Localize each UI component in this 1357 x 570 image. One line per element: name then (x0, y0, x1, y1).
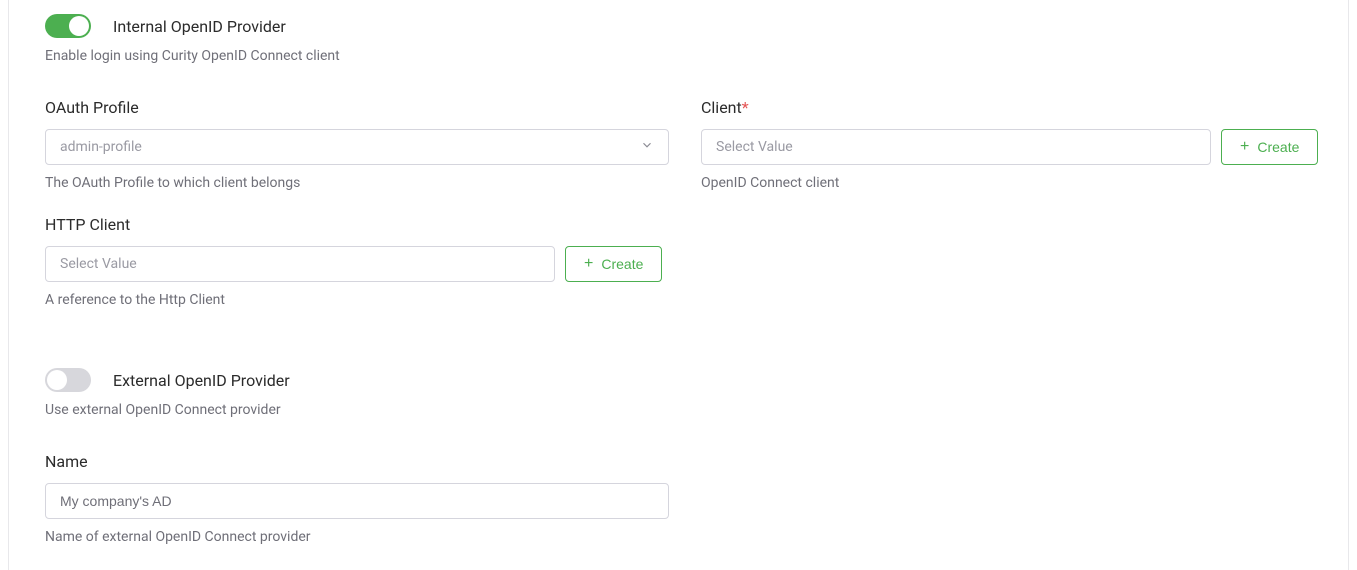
client-field: Client* Select Value + Create OpenID Con… (701, 98, 1325, 191)
external-provider-desc: Use external OpenID Connect provider (45, 402, 1312, 418)
client-select[interactable]: Select Value (701, 129, 1211, 165)
plus-icon: + (584, 256, 593, 272)
name-label: Name (45, 452, 1312, 471)
internal-provider-desc: Enable login using Curity OpenID Connect… (45, 48, 1312, 64)
required-marker: * (742, 98, 749, 117)
external-provider-toggle-row: External OpenID Provider (45, 368, 1312, 392)
client-create-label: Create (1257, 139, 1299, 155)
client-control-row: Select Value + Create (701, 129, 1325, 165)
internal-provider-label: Internal OpenID Provider (113, 17, 286, 36)
client-create-button[interactable]: + Create (1221, 129, 1318, 165)
http-client-help: A reference to the Http Client (45, 292, 1312, 308)
external-provider-toggle[interactable] (45, 368, 91, 392)
internal-provider-toggle-row: Internal OpenID Provider (45, 14, 1312, 38)
internal-provider-toggle[interactable] (45, 14, 91, 38)
toggle-knob (47, 370, 67, 390)
http-client-control-row: Select Value + Create (45, 246, 1312, 282)
client-label: Client* (701, 98, 1325, 117)
name-help: Name of external OpenID Connect provider (45, 529, 1312, 545)
http-client-label: HTTP Client (45, 215, 1312, 234)
settings-panel: Internal OpenID Provider Enable login us… (8, 0, 1349, 570)
name-input-wrapper (45, 483, 669, 519)
oauth-profile-label: OAuth Profile (45, 98, 669, 117)
http-client-create-button[interactable]: + Create (565, 246, 662, 282)
client-label-text: Client (701, 98, 742, 117)
http-client-select[interactable]: Select Value (45, 246, 555, 282)
external-provider-label: External OpenID Provider (113, 371, 290, 390)
http-client-placeholder: Select Value (60, 256, 137, 272)
http-client-create-label: Create (601, 256, 643, 272)
client-help: OpenID Connect client (701, 175, 1325, 191)
name-field: Name Name of external OpenID Connect pro… (45, 452, 1312, 545)
chevron-down-icon (640, 138, 654, 156)
internal-provider-section: Internal OpenID Provider Enable login us… (45, 14, 1312, 64)
http-client-field: HTTP Client Select Value + Create A refe… (45, 215, 1312, 308)
oauth-profile-value: admin-profile (60, 139, 142, 155)
name-input[interactable] (60, 484, 654, 518)
oauth-profile-help: The OAuth Profile to which client belong… (45, 175, 669, 191)
client-placeholder: Select Value (716, 139, 793, 155)
oauth-client-row: OAuth Profile admin-profile The OAuth Pr… (45, 98, 1312, 215)
toggle-knob (69, 16, 89, 36)
plus-icon: + (1240, 139, 1249, 155)
external-provider-section: External OpenID Provider Use external Op… (45, 368, 1312, 418)
oauth-profile-select[interactable]: admin-profile (45, 129, 669, 165)
oauth-profile-field: OAuth Profile admin-profile The OAuth Pr… (45, 98, 669, 191)
